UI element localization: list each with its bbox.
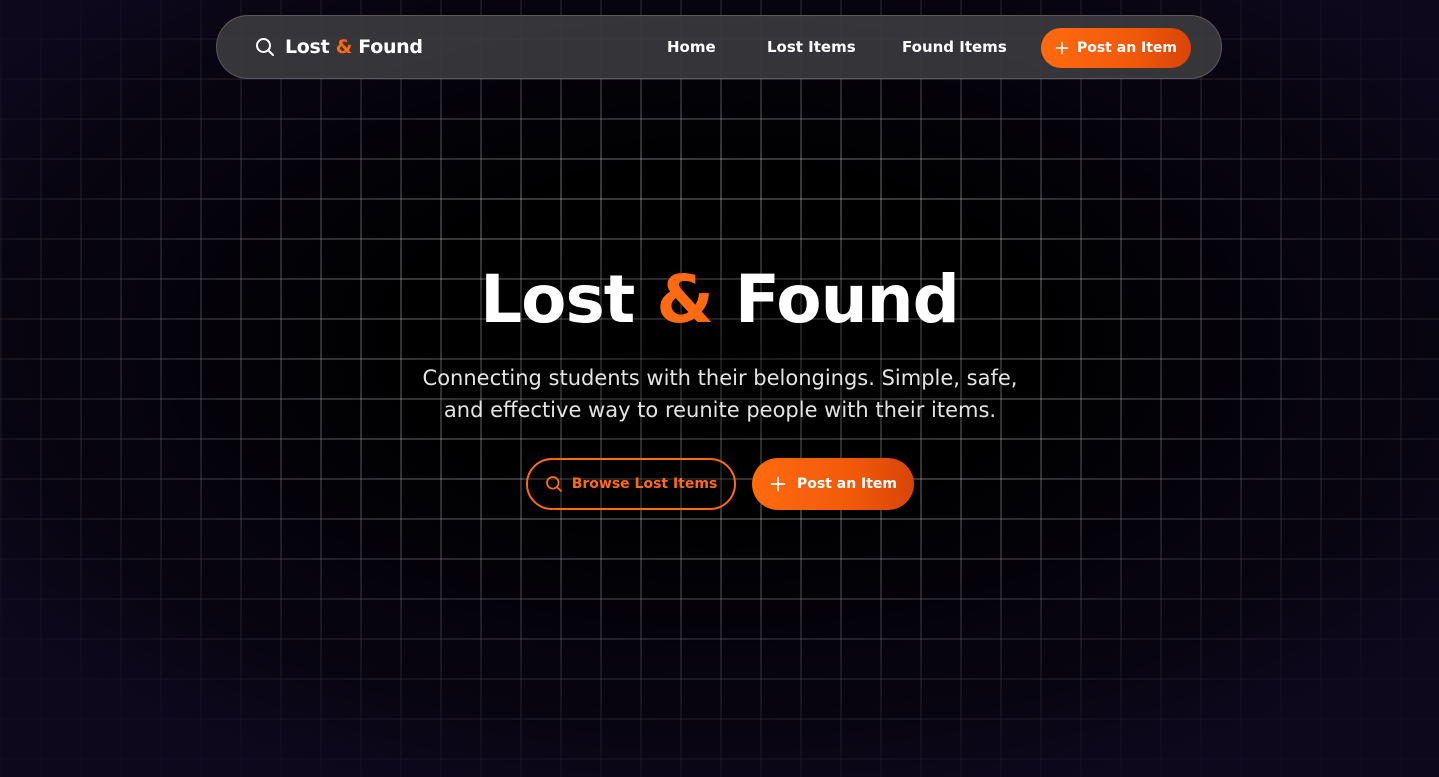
search-icon bbox=[255, 37, 275, 57]
hero-title-ampersand: & bbox=[656, 261, 714, 338]
nav-link-home[interactable]: Home bbox=[667, 38, 716, 56]
plus-icon bbox=[1055, 41, 1069, 55]
brand-name: Lost & Found bbox=[285, 36, 423, 58]
search-icon bbox=[545, 475, 563, 493]
hero-subtitle: Connecting students with their belonging… bbox=[422, 366, 1018, 422]
plus-icon bbox=[769, 475, 787, 493]
nav-link-lost-items[interactable]: Lost Items bbox=[767, 38, 856, 56]
navbar: Lost & Found Home Lost Items Found Items… bbox=[216, 15, 1222, 79]
browse-lost-items-button[interactable]: Browse Lost Items bbox=[526, 458, 736, 510]
page: Lost & Found Home Lost Items Found Items… bbox=[0, 0, 1439, 777]
post-item-hero-label: Post an Item bbox=[796, 476, 898, 492]
post-item-nav-button[interactable]: Post an Item bbox=[1041, 28, 1191, 68]
hero-title: Lost & Found bbox=[480, 261, 960, 338]
post-item-nav-label: Post an Item bbox=[1076, 40, 1178, 56]
brand-logo[interactable]: Lost & Found bbox=[255, 16, 423, 78]
browse-lost-items-label: Browse Lost Items bbox=[571, 476, 718, 492]
nav-link-found-items[interactable]: Found Items bbox=[902, 38, 1007, 56]
post-item-hero-button[interactable]: Post an Item bbox=[752, 458, 914, 510]
